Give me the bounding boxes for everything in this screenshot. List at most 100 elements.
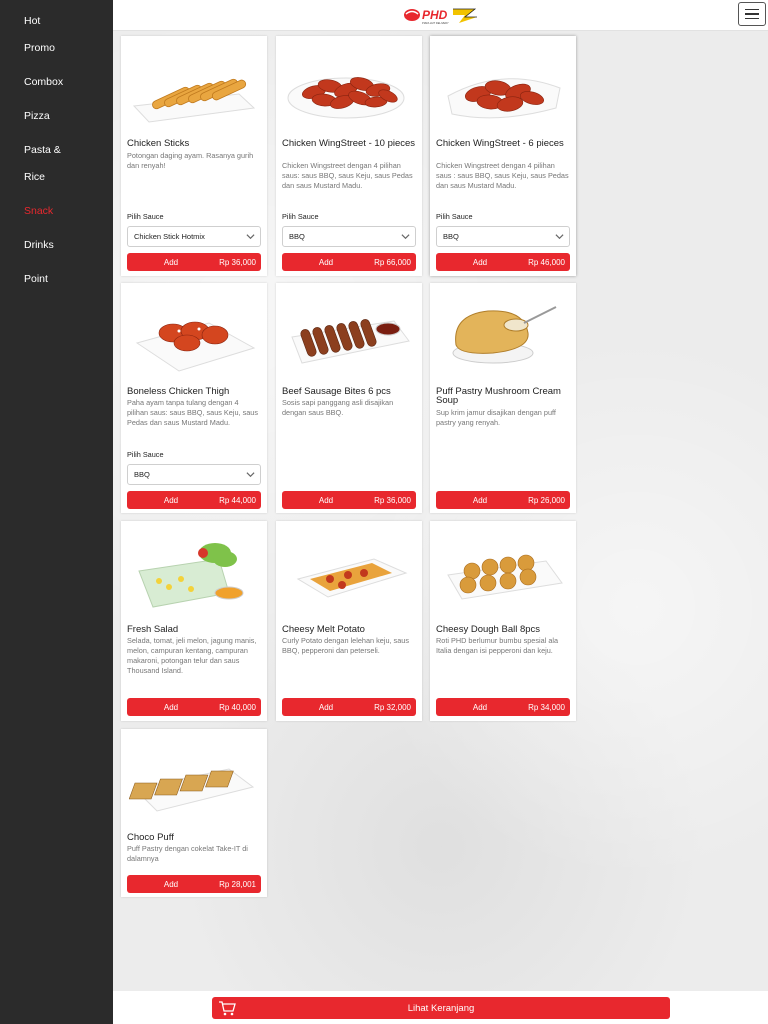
menu-bar-icon	[745, 8, 759, 11]
product-description: Roti PHD berlumur bumbu spesial ala Ital…	[436, 636, 559, 655]
add-to-cart-button[interactable]: Add Rp 40,000	[127, 698, 261, 716]
product-name: Cheesy Dough Ball 8pcs	[436, 624, 541, 635]
add-label: Add	[318, 257, 334, 267]
sauce-select[interactable]: BBQ	[436, 226, 570, 247]
add-to-cart-button[interactable]: Add Rp 66,000	[282, 253, 416, 271]
product-grid: Chicken Sticks Potongan daging ayam. Ras…	[113, 31, 768, 991]
add-to-cart-button[interactable]: Add Rp 34,000	[436, 698, 570, 716]
sauce-select[interactable]: BBQ	[127, 464, 261, 485]
svg-text:PIZZA HUT DELIVERY: PIZZA HUT DELIVERY	[422, 21, 449, 25]
sauce-label: Pilih Sauce	[436, 212, 473, 221]
chevron-down-icon	[555, 234, 564, 240]
phd-logo[interactable]: PHD PIZZA HUT DELIVERY	[403, 5, 479, 25]
product-price: Rp 44,000	[219, 495, 256, 505]
sauce-label: Pilih Sauce	[282, 212, 319, 221]
product-price: Rp 40,000	[219, 702, 256, 712]
product-name: Fresh Salad	[127, 624, 179, 635]
footer-bar: Lihat Keranjang	[113, 991, 768, 1024]
product-name: Boneless Chicken Thigh	[127, 386, 230, 397]
sidebar-item-pasta[interactable]: Pasta &	[0, 144, 61, 156]
sauce-select-value: BBQ	[289, 232, 305, 241]
product-description: Paha ayam tanpa tulang dengan 4 pilihan …	[127, 398, 259, 427]
add-label: Add	[472, 257, 488, 267]
add-to-cart-button[interactable]: Add Rp 46,000	[436, 253, 570, 271]
sidebar: Hot Promo Combox Pizza Pasta & Rice Snac…	[0, 0, 113, 1024]
product-card: Beef Sausage Bites 6 pcs Sosis sapi pang…	[276, 283, 422, 513]
product-card: Chicken Sticks Potongan daging ayam. Ras…	[121, 36, 267, 276]
chevron-down-icon	[246, 472, 255, 478]
add-to-cart-button[interactable]: Add Rp 44,000	[127, 491, 261, 509]
product-image	[276, 283, 422, 383]
add-label: Add	[163, 879, 179, 889]
sidebar-item-combox[interactable]: Combox	[0, 76, 63, 88]
product-name: Chicken WingStreet - 10 pieces	[282, 138, 416, 149]
sauce-select-value: BBQ	[443, 232, 459, 241]
sauce-select[interactable]: Chicken Stick Hotmix	[127, 226, 261, 247]
view-cart-label: Lihat Keranjang	[407, 1002, 475, 1014]
add-to-cart-button[interactable]: Add Rp 36,000	[282, 491, 416, 509]
product-price: Rp 66,000	[374, 257, 411, 267]
product-description: Selada, tomat, jeli melon, jagung manis,…	[127, 636, 257, 675]
product-price: Rp 36,000	[374, 495, 411, 505]
product-image	[430, 283, 576, 383]
product-price: Rp 46,000	[528, 257, 565, 267]
sidebar-item-point[interactable]: Point	[0, 273, 48, 285]
product-image	[121, 283, 267, 383]
sauce-select-value: BBQ	[134, 470, 150, 479]
product-card: Chicken WingStreet - 10 pieces Chicken W…	[276, 36, 422, 276]
product-name: Chicken Sticks	[127, 138, 190, 149]
sidebar-item-drinks[interactable]: Drinks	[0, 239, 54, 251]
product-image	[121, 521, 267, 621]
shopping-cart-icon	[219, 1001, 236, 1016]
product-description: Sup krim jamur disajikan dengan puff pas…	[436, 408, 556, 427]
product-card: Chicken WingStreet - 6 pieces Chicken Wi…	[430, 36, 576, 276]
product-description: Potongan daging ayam. Rasanya gurih dan …	[127, 151, 254, 170]
product-name: Choco Puff	[127, 832, 174, 843]
product-card: Puff Pastry Mushroom Cream Soup Sup krim…	[430, 283, 576, 513]
top-header: PHD PIZZA HUT DELIVERY	[113, 0, 768, 31]
sauce-select-value: Chicken Stick Hotmix	[134, 232, 205, 241]
product-image	[430, 521, 576, 621]
product-price: Rp 34,000	[528, 702, 565, 712]
add-to-cart-button[interactable]: Add Rp 36,000	[127, 253, 261, 271]
sidebar-item-snack[interactable]: Snack	[0, 205, 53, 217]
add-label: Add	[163, 495, 179, 505]
product-description: Curly Potato dengan lelehan keju, saus B…	[282, 636, 409, 655]
product-price: Rp 28,001	[219, 879, 256, 889]
product-image	[276, 36, 422, 136]
add-to-cart-button[interactable]: Add Rp 28,001	[127, 875, 261, 893]
sauce-select[interactable]: BBQ	[282, 226, 416, 247]
hamburger-menu-button[interactable]	[738, 2, 766, 26]
product-image	[121, 36, 267, 136]
sidebar-item-promo[interactable]: Promo	[0, 42, 55, 54]
product-name: Beef Sausage Bites 6 pcs	[282, 386, 391, 397]
product-name: Puff Pastry Mushroom Cream Soup	[436, 386, 561, 406]
product-image	[121, 729, 267, 829]
product-price: Rp 26,000	[528, 495, 565, 505]
product-image	[276, 521, 422, 621]
product-card: Fresh Salad Selada, tomat, jeli melon, j…	[121, 521, 267, 721]
product-description: Chicken Wingstreet dengan 4 pilihan saus…	[282, 161, 413, 190]
product-description: Chicken Wingstreet dengan 4 pilihan saus…	[436, 161, 569, 190]
chevron-down-icon	[246, 234, 255, 240]
product-name: Chicken WingStreet - 6 pieces	[436, 138, 564, 149]
product-price: Rp 36,000	[219, 257, 256, 267]
add-to-cart-button[interactable]: Add Rp 26,000	[436, 491, 570, 509]
product-image	[430, 36, 576, 136]
add-label: Add	[318, 702, 334, 712]
add-to-cart-button[interactable]: Add Rp 32,000	[282, 698, 416, 716]
sidebar-item-pizza[interactable]: Pizza	[0, 110, 50, 122]
product-card: Cheesy Dough Ball 8pcs Roti PHD berlumur…	[430, 521, 576, 721]
chevron-down-icon	[401, 234, 410, 240]
sidebar-item-hot[interactable]: Hot	[0, 15, 40, 27]
sidebar-item-rice[interactable]: Rice	[0, 171, 45, 183]
product-description: Puff Pastry dengan cokelat Take-IT di da…	[127, 844, 248, 863]
product-description: Sosis sapi panggang asli disajikan denga…	[282, 398, 394, 417]
product-price: Rp 32,000	[374, 702, 411, 712]
product-card: Boneless Chicken Thigh Paha ayam tanpa t…	[121, 283, 267, 513]
add-label: Add	[472, 702, 488, 712]
view-cart-button[interactable]: Lihat Keranjang	[212, 997, 670, 1019]
add-label: Add	[318, 495, 334, 505]
svg-text:PHD: PHD	[422, 8, 448, 22]
sauce-label: Pilih Sauce	[127, 450, 164, 459]
